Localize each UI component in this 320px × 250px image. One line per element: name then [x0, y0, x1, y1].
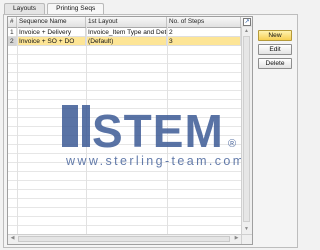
no-of-steps-cell[interactable]: 2	[167, 28, 241, 37]
table-row[interactable]: 1 Invoice + Delivery Invoice_Item Type a…	[8, 28, 241, 37]
empty-grid-row	[8, 82, 241, 91]
edit-button[interactable]: Edit	[258, 44, 292, 55]
empty-grid-row	[8, 208, 241, 217]
new-button[interactable]: New	[258, 30, 292, 41]
horizontal-scrollbar[interactable]: ◀ ▶	[8, 234, 241, 244]
first-layout-cell[interactable]: Invoice_Item Type and Detail	[86, 28, 167, 37]
column-header-number[interactable]: #	[8, 17, 17, 27]
scroll-up-icon[interactable]: ▲	[242, 28, 251, 35]
first-layout-cell[interactable]: (Default)	[86, 37, 167, 46]
stem-watermark-logo: STEM ® www.sterling-team.com	[62, 105, 246, 168]
table-row-selected[interactable]: 2 Invoice + SO + DO (Default) 3	[8, 37, 241, 46]
empty-grid-row	[8, 181, 241, 190]
delete-button[interactable]: Delete	[258, 58, 292, 69]
scroll-right-icon[interactable]: ▶	[232, 235, 241, 242]
column-header-sequence-name[interactable]: Sequence Name	[17, 17, 86, 27]
logo-text: STEM	[92, 105, 224, 157]
empty-grid-row	[8, 199, 241, 208]
sequence-name-cell[interactable]: Invoice + SO + DO	[17, 37, 86, 46]
row-number: 2	[8, 37, 17, 46]
vertical-scrollbar[interactable]: ▲ ▼	[241, 27, 252, 234]
logo-registered-mark: ®	[228, 138, 236, 150]
scroll-down-icon[interactable]: ▼	[242, 226, 251, 233]
tab-strip: Layouts Printing Seqs	[4, 3, 106, 15]
column-divider	[17, 27, 18, 234]
column-header-first-layout[interactable]: 1st Layout	[86, 17, 167, 27]
empty-grid-row	[8, 73, 241, 82]
empty-grid-row	[8, 55, 241, 64]
expand-icon[interactable]: ↗	[243, 18, 251, 26]
vertical-scroll-thumb[interactable]	[243, 36, 250, 222]
empty-grid-row	[8, 217, 241, 226]
scrollbar-corner	[241, 234, 252, 244]
scroll-left-icon[interactable]: ◀	[8, 235, 17, 242]
logo-url: www.sterling-team.com	[65, 154, 246, 168]
sequence-grid: # Sequence Name 1st Layout No. of Steps …	[7, 16, 253, 245]
sequence-name-cell[interactable]: Invoice + Delivery	[17, 28, 86, 37]
horizontal-scroll-thumb[interactable]	[18, 236, 230, 242]
column-header-no-of-steps[interactable]: No. of Steps	[167, 17, 241, 27]
empty-grid-row	[8, 64, 241, 73]
empty-grid-row	[8, 190, 241, 199]
no-of-steps-cell[interactable]: 3	[167, 37, 241, 46]
logo-mark-bar	[62, 105, 78, 147]
grid-header: # Sequence Name 1st Layout No. of Steps …	[8, 17, 252, 28]
row-number: 1	[8, 28, 17, 37]
logo-mark-bar	[82, 105, 90, 147]
empty-grid-row	[8, 46, 241, 55]
tab-layouts[interactable]: Layouts	[4, 3, 46, 14]
printing-seqs-panel: # Sequence Name 1st Layout No. of Steps …	[3, 14, 298, 248]
